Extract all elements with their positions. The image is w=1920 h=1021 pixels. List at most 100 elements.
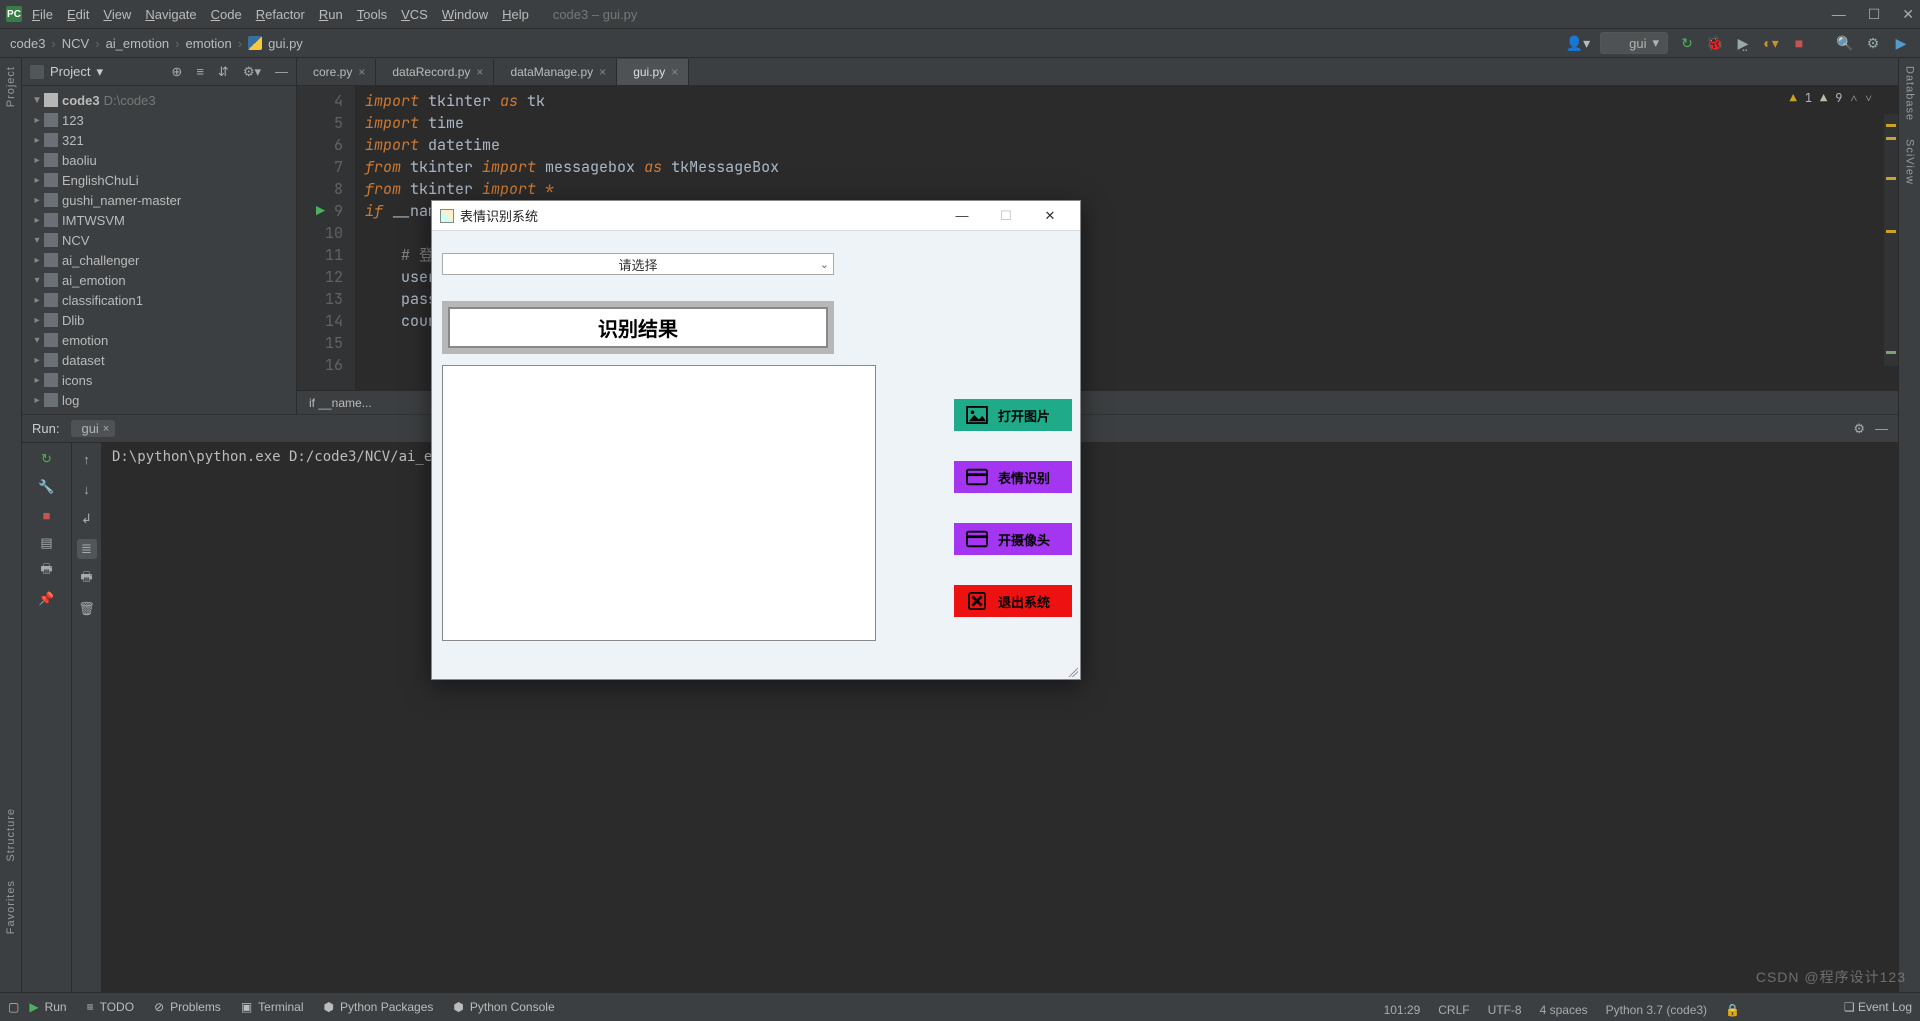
gear-icon[interactable]: ⚙ [1853, 421, 1865, 437]
close-icon[interactable]: × [671, 65, 678, 79]
hide-icon[interactable]: — [1875, 421, 1888, 437]
caret-pos[interactable]: 101:29 [1384, 1003, 1421, 1017]
coverage-icon[interactable]: ▶̤ [1734, 34, 1752, 52]
run-config-selector[interactable]: gui ▾ [1600, 32, 1668, 54]
close-icon[interactable]: × [476, 65, 483, 79]
main-menu[interactable]: FileEditViewNavigateCodeRefactorRunTools… [32, 7, 529, 22]
crumb-1[interactable]: NCV [62, 36, 89, 51]
tree-item[interactable]: ▾NCV [22, 230, 296, 250]
sb-run[interactable]: ▶Run [19, 1000, 76, 1014]
stop-icon[interactable]: ■ [37, 505, 57, 525]
menu-window[interactable]: Window [442, 7, 488, 22]
down-icon[interactable]: ↓ [77, 479, 97, 499]
tree-item[interactable]: ▸IMTWSVM [22, 210, 296, 230]
tree-item[interactable]: ▸EnglishChuLi [22, 170, 296, 190]
pin-icon[interactable]: 📌 [37, 589, 57, 609]
editor-tabs[interactable]: core.py×dataRecord.py×dataManage.py×gui.… [297, 58, 1898, 86]
close-icon[interactable]: × [599, 65, 606, 79]
rail-structure[interactable]: Structure [5, 808, 17, 862]
crumb-3[interactable]: emotion [186, 36, 232, 51]
stop-icon[interactable]: ■ [1790, 34, 1808, 52]
menu-tools[interactable]: Tools [357, 7, 387, 22]
tree-item[interactable]: ▾emotion [22, 330, 296, 350]
sb-packages[interactable]: ⬢ Python Packages [314, 1000, 444, 1014]
softwrap-icon[interactable]: ↲ [77, 509, 97, 529]
tab-dataManage-py[interactable]: dataManage.py× [494, 59, 617, 85]
project-tree[interactable]: ▼ code3 D:\code3 ▸123▸321▸baoliu▸English… [22, 86, 296, 414]
menu-run[interactable]: Run [319, 7, 343, 22]
tree-item[interactable]: ▸baoliu [22, 150, 296, 170]
expand-all-icon[interactable]: ≡ [196, 64, 204, 80]
encoding[interactable]: UTF-8 [1488, 1003, 1522, 1017]
wrench-icon[interactable]: 🔧 [37, 477, 57, 497]
resize-grip[interactable] [1066, 665, 1078, 677]
sb-todo[interactable]: ≡ TODO [77, 1000, 144, 1014]
tree-item[interactable]: ▾ai_emotion [22, 270, 296, 290]
chevron-down-icon[interactable]: ▾ [96, 64, 103, 80]
tree-item[interactable]: ▸Dlib [22, 310, 296, 330]
lock-icon[interactable]: 🔒 [1725, 1003, 1740, 1017]
run-config-chip[interactable]: gui × [71, 420, 115, 437]
prev-highlight-icon[interactable]: ˄ [1850, 90, 1857, 106]
interpreter[interactable]: Python 3.7 (code3) [1606, 1003, 1707, 1017]
minimize-icon[interactable]: — [1832, 6, 1846, 23]
project-pane-title[interactable]: Project [50, 64, 90, 79]
tree-item[interactable]: ▸classification1 [22, 290, 296, 310]
menu-edit[interactable]: Edit [67, 7, 89, 22]
settings-icon[interactable]: ⚙ [1864, 34, 1882, 52]
print-icon[interactable]: 🖶 [77, 569, 97, 589]
scroll-to-end-icon[interactable]: ≣ [77, 539, 97, 559]
sb-problems[interactable]: ⊘ Problems [144, 1000, 231, 1014]
crumb-4[interactable]: gui.py [268, 36, 303, 51]
crumb-0[interactable]: code3 [10, 36, 45, 51]
run-icon[interactable]: ↻ [1678, 34, 1696, 52]
rail-sciview[interactable]: SciView [1904, 139, 1916, 185]
rail-database[interactable]: Database [1904, 66, 1916, 121]
tree-item[interactable]: ▸321 [22, 130, 296, 150]
tw-button-icon[interactable]: ▢ [8, 1000, 19, 1014]
tab-dataRecord-py[interactable]: dataRecord.py× [376, 59, 494, 85]
model-combobox[interactable]: 请选择 ⌄ [442, 253, 834, 275]
inspection-summary[interactable]: ▲1 ▲9 ˄ ˅ [1790, 90, 1872, 106]
sb-eventlog[interactable]: ❏ Event Log [1844, 1000, 1912, 1014]
menu-file[interactable]: File [32, 7, 53, 22]
close-icon[interactable]: ✕ [1028, 208, 1072, 224]
tree-item[interactable]: ▸dataset [22, 350, 296, 370]
menu-refactor[interactable]: Refactor [256, 7, 305, 22]
clear-icon[interactable]: 🗑 [77, 599, 97, 619]
maximize-icon[interactable]: ☐ [1868, 6, 1881, 23]
menu-help[interactable]: Help [502, 7, 529, 22]
open-camera-button[interactable]: 开摄像头 [954, 523, 1072, 555]
account-icon[interactable]: 👤▾ [1566, 35, 1590, 52]
profile-icon[interactable]: ◐▾ [1762, 34, 1780, 52]
tab-core-py[interactable]: core.py× [297, 59, 376, 85]
menu-navigate[interactable]: Navigate [145, 7, 196, 22]
rail-favorites[interactable]: Favorites [5, 880, 17, 934]
tree-item[interactable]: ▸ai_challenger [22, 250, 296, 270]
crumb-2[interactable]: ai_emotion [106, 36, 170, 51]
layout-icon[interactable]: ▤ [37, 533, 57, 553]
recognize-button[interactable]: 表情识别 [954, 461, 1072, 493]
sb-pyconsole[interactable]: ⬢ Python Console [443, 1000, 564, 1014]
dialog-titlebar[interactable]: 表情识别系统 — ☐ ✕ [432, 201, 1080, 231]
minimize-icon[interactable]: — [940, 208, 984, 223]
sb-terminal[interactable]: ▣ Terminal [231, 1000, 314, 1014]
rerun-icon[interactable]: ↻ [37, 449, 57, 469]
print-icon[interactable]: 🖶 [37, 561, 57, 581]
play-icon[interactable]: ▶ [1892, 34, 1910, 52]
tree-root[interactable]: ▼ code3 D:\code3 [22, 90, 296, 110]
close-icon[interactable]: × [358, 65, 365, 79]
tab-gui-py[interactable]: gui.py× [617, 59, 689, 85]
close-icon[interactable]: ✕ [1902, 6, 1914, 23]
collapse-all-icon[interactable]: ⇵ [218, 64, 229, 80]
search-icon[interactable]: 🔍 [1836, 34, 1854, 52]
gear-icon[interactable]: ⚙▾ [243, 64, 261, 80]
exit-button[interactable]: 退出系统 [954, 585, 1072, 617]
menu-vcs[interactable]: VCS [401, 7, 428, 22]
menu-view[interactable]: View [103, 7, 131, 22]
next-highlight-icon[interactable]: ˅ [1865, 90, 1872, 106]
tree-item[interactable]: ▸123 [22, 110, 296, 130]
tree-item[interactable]: ▸log [22, 390, 296, 410]
up-icon[interactable]: ↑ [77, 449, 97, 469]
tree-item[interactable]: ▸gushi_namer-master [22, 190, 296, 210]
